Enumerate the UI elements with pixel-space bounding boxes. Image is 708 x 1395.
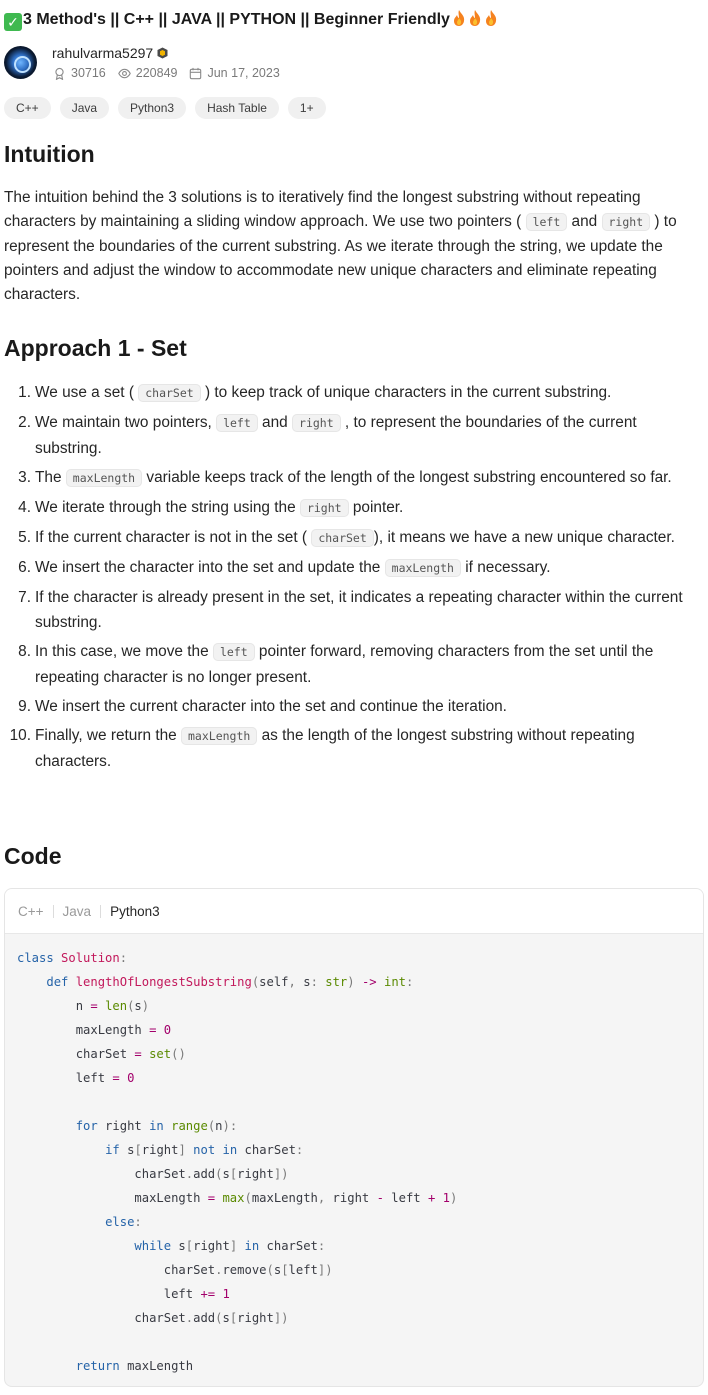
tab-cpp[interactable]: C++ [18, 904, 44, 919]
date-text: Jun 17, 2023 [207, 66, 280, 80]
calendar-icon [190, 67, 202, 79]
views: 220849 [117, 66, 178, 80]
tag-more[interactable]: 1+ [287, 97, 326, 119]
tab-divider [100, 904, 102, 918]
list-item: 9. We insert the current character into t… [18, 698, 507, 715]
author-name[interactable]: rahulvarma5297 [52, 45, 153, 61]
author-name-row: rahulvarma5297 [52, 45, 168, 61]
list-item: 6. We insert the character into the set a… [18, 559, 551, 577]
post-date: Jun 17, 2023 [189, 66, 280, 80]
inline-code: charSet [138, 384, 201, 402]
award-icon [55, 67, 64, 80]
tag-list: C++ Java Python3 Hash Table 1+ [4, 97, 326, 119]
code-language-tabs: C++ Java Python3 [5, 889, 703, 934]
code-content[interactable]: class Solution: def lengthOfLongestSubst… [5, 934, 703, 1378]
inline-code: right [292, 414, 341, 432]
inline-code: left [216, 414, 258, 432]
inline-code: right [601, 213, 651, 232]
inline-code: maxLength [65, 469, 143, 487]
eye-icon [117, 68, 131, 78]
fire-icon [469, 10, 481, 26]
fire-icon [453, 10, 465, 26]
inline-code: right [299, 499, 349, 517]
tag-hash-table[interactable]: Hash Table [195, 97, 279, 119]
tag-python3[interactable]: Python3 [118, 97, 187, 119]
code-block: C++ Java Python3 class Solution: def len… [4, 888, 704, 1387]
view-count: 220849 [135, 66, 178, 80]
list-item: 8. In this case, we move the left pointer… [18, 643, 654, 686]
reputation: 30716 [53, 66, 106, 80]
inline-code: left [212, 643, 255, 661]
inline-code: left [525, 213, 568, 232]
inline-code: charSet [311, 529, 374, 547]
reputation-count: 30716 [71, 66, 106, 80]
post-meta: 30716 220849 Jun 17, 2023 [53, 66, 292, 80]
list-item: 7. If the character is already present in… [18, 589, 683, 631]
list-item: 5. If the current character is not in the… [18, 529, 675, 547]
tab-java[interactable]: Java [63, 904, 92, 919]
inline-code: maxLength [181, 727, 258, 745]
list-item: 3. The maxLength variable keeps track of … [18, 469, 672, 487]
code-heading: Code [4, 843, 62, 869]
intuition-text: The intuition behind the 3 solutions is … [4, 189, 677, 304]
post-title: ✓ 3 Method's || C++ || JAVA || PYTHON || … [4, 9, 498, 31]
tab-python3[interactable]: Python3 [110, 904, 160, 919]
check-mark-icon: ✓ [4, 13, 22, 31]
list-item: 4. We iterate through the string using th… [18, 499, 404, 517]
list-item: 10. Finally, we return the maxLength as t… [9, 727, 635, 770]
tab-divider [52, 904, 54, 918]
tag-java[interactable]: Java [59, 97, 110, 119]
approach-steps: 1. We use a set ( charSet ) to keep track… [4, 380, 706, 778]
tag-cpp[interactable]: C++ [4, 97, 51, 119]
fire-icon [485, 10, 497, 26]
inline-code: maxLength [384, 559, 461, 577]
list-item: 2. We maintain two pointers, left and rig… [18, 414, 637, 457]
badge-icon [157, 47, 168, 59]
approach-heading: Approach 1 - Set [4, 335, 187, 361]
intuition-heading: Intuition [4, 141, 95, 167]
list-item: 1. We use a set ( charSet ) to keep track… [18, 384, 612, 402]
author-avatar[interactable] [4, 46, 37, 79]
